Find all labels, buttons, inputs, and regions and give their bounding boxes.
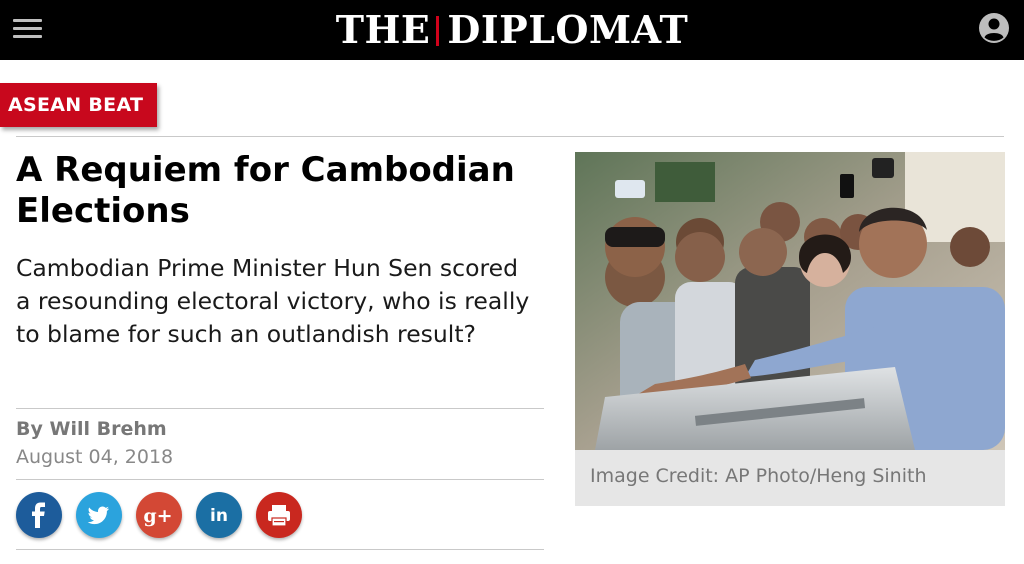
divider: [16, 136, 1004, 137]
section-label[interactable]: ASEAN BEAT: [0, 83, 158, 127]
article-photo[interactable]: [575, 152, 1005, 450]
author-byline[interactable]: By Will Brehm: [16, 418, 167, 440]
share-google-plus-button[interactable]: g+: [136, 492, 182, 538]
publish-date: August 04, 2018: [16, 446, 174, 468]
print-button[interactable]: [256, 492, 302, 538]
article-dek: Cambodian Prime Minister Hun Sen scored …: [16, 254, 530, 348]
logo-text-diplomat: DIPLOMAT: [447, 7, 689, 52]
divider: [16, 549, 544, 550]
top-nav-bar: THE DIPLOMAT: [0, 0, 1024, 60]
logo-divider: [436, 16, 440, 46]
site-logo[interactable]: THE DIPLOMAT: [0, 4, 1024, 56]
google-plus-icon: g+: [143, 505, 172, 527]
svg-text:g+: g+: [143, 505, 172, 527]
photo-illustration: [575, 152, 1005, 450]
divider: [16, 408, 544, 409]
photo-caption-box: Image Credit: AP Photo/Heng Sinith: [575, 450, 1005, 506]
photo-credit: Image Credit: AP Photo/Heng Sinith: [590, 465, 927, 487]
linkedin-icon: in: [210, 506, 228, 526]
logo-text-the: THE: [335, 7, 431, 52]
twitter-icon: [87, 506, 109, 525]
divider: [16, 479, 544, 480]
share-linkedin-button[interactable]: in: [196, 492, 242, 538]
share-twitter-button[interactable]: [76, 492, 122, 538]
share-facebook-button[interactable]: [16, 492, 62, 538]
facebook-icon: [32, 502, 45, 528]
article-headline: A Requiem for Cambodian Elections: [16, 150, 515, 231]
svg-text:in: in: [210, 506, 228, 526]
print-icon: [268, 505, 290, 527]
user-account-icon[interactable]: [978, 12, 1010, 44]
